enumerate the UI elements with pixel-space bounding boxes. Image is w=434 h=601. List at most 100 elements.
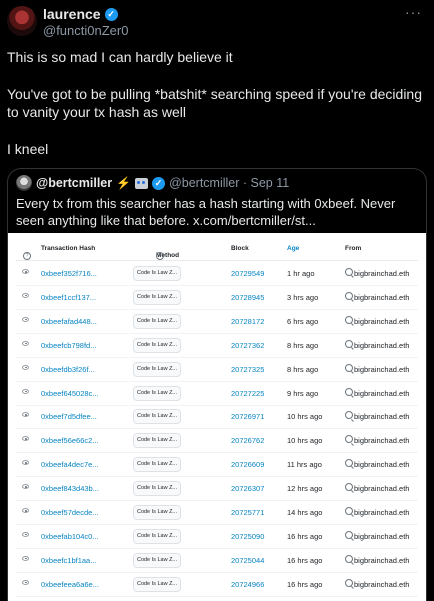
eye-icon[interactable] [22,316,29,322]
eye-icon[interactable] [22,436,29,442]
table-row: 0xbeef843d43b... Code Is Law Z... 20726307… [16,476,418,502]
tx-hash-link[interactable]: 0xbeef645028c... [41,389,99,398]
tx-hash-link[interactable]: 0xbeef1ccf137... [41,293,96,302]
block-link[interactable]: 20729549 [231,269,264,278]
block-link[interactable]: 20725044 [231,556,264,565]
quoted-post[interactable]: @bertcmiller ⚡ ✓ @bertcmiller · Sep 11 E… [7,168,427,601]
table-row: 0xbeefc1bf1aa... Code Is Law Z... 20725044… [16,548,418,573]
eye-icon[interactable] [22,269,29,274]
more-options-icon[interactable]: ··· [405,4,422,20]
from-address-link[interactable]: bigbrainchad.eth [354,532,409,541]
table-row: 0xbeef56e66c2... Code Is Law Z... 20726762… [16,428,418,454]
table-row: 0xbeefcb798fd... Code Is Law Z... 20727362… [16,333,418,358]
eye-icon[interactable] [22,579,29,585]
age-text: 3 hrs ago [287,292,319,302]
from-address-link[interactable]: bigbrainchad.eth [354,365,409,374]
table-row: 0xbeefdb3f26f... Code Is Law Z... 20727325… [16,357,418,382]
header-age[interactable]: Age [287,245,299,252]
from-address-link[interactable]: bigbrainchad.eth [354,484,409,493]
header-block: Block [231,245,249,252]
age-text: 6 hrs ago [287,316,319,326]
search-icon [345,315,353,324]
table-row: 0xbeef645028c... Code Is Law Z... 20727225… [16,381,418,406]
table-row: 0xbeefafad448... Code Is Law Z... 20728172… [16,309,418,334]
tx-hash-link[interactable]: 0xbeefab104c0... [41,532,99,541]
eye-icon[interactable] [22,340,29,346]
age-text: 14 hrs ago [287,508,323,517]
method-badge: Code Is Law Z... [133,552,181,568]
tx-hash-link[interactable]: 0xbeefa4dec7e... [41,460,99,469]
age-text: 16 hrs ago [287,531,323,541]
from-address-link[interactable]: bigbrainchad.eth [354,341,409,350]
eye-icon[interactable] [22,460,29,466]
from-address-link[interactable]: bigbrainchad.eth [354,389,409,398]
method-badge: Code Is Law Z... [133,433,181,449]
method-badge: Code Is Law Z... [133,385,181,401]
from-address-link[interactable]: bigbrainchad.eth [354,460,409,469]
method-badge: Code Is Law Z... [133,289,181,305]
tx-hash-link[interactable]: 0xbeefafad448... [41,317,97,326]
tx-hash-link[interactable]: 0xbeef57decde... [41,508,99,517]
tx-hash-link[interactable]: 0xbeef843d43b... [41,484,99,493]
block-link[interactable]: 20725090 [231,532,264,541]
post-paragraph-2: You've got to be pulling *batshit* searc… [7,86,423,120]
quoted-header: @bertcmiller ⚡ ✓ @bertcmiller · Sep 11 [16,175,289,191]
block-link[interactable]: 20726609 [231,460,264,469]
from-address-link[interactable]: bigbrainchad.eth [354,556,409,565]
block-link[interactable]: 20726307 [231,484,264,493]
quoted-handle-date[interactable]: @bertcmiller · Sep 11 [169,176,289,190]
block-link[interactable]: 20727225 [231,389,264,398]
eye-icon[interactable] [22,531,29,537]
block-link[interactable]: 20726971 [231,412,264,421]
header-from: From [345,245,362,252]
table-row: 0xbeef7d5dfee... Code Is Law Z... 20726971… [16,404,418,430]
search-icon [345,339,353,348]
from-address-link[interactable]: bigbrainchad.eth [354,293,409,302]
from-address-link[interactable]: bigbrainchad.eth [354,508,409,517]
tx-hash-link[interactable]: 0xbeef352f716... [41,269,97,278]
author-handle[interactable]: @functi0nZer0 [43,23,128,38]
eye-icon[interactable] [22,508,29,513]
eye-icon[interactable] [22,292,29,298]
method-badge: Code Is Law Z... [133,528,181,544]
quoted-avatar[interactable] [16,175,32,191]
search-icon [345,507,353,515]
block-link[interactable]: 20727362 [231,341,264,350]
author-name-row: laurence ✓ [43,6,118,22]
method-badge: Code Is Law Z... [133,266,181,281]
eye-icon[interactable] [22,388,29,394]
search-icon [345,554,353,563]
age-text: 16 hrs ago [287,579,323,589]
from-address-link[interactable]: bigbrainchad.eth [354,580,409,589]
tx-hash-link[interactable]: 0xbeef56e66c2... [41,436,99,445]
robot-icon [135,177,149,189]
post-paragraph-1: This is so mad I can hardly believe it [7,49,233,65]
block-link[interactable]: 20728945 [231,293,264,302]
block-link[interactable]: 20727325 [231,365,264,374]
tx-hash-link[interactable]: 0xbeefeea6a6e... [41,580,99,589]
block-link[interactable]: 20724966 [231,580,264,589]
tx-hash-link[interactable]: 0xbeefdb3f26f... [41,365,95,374]
quoted-name[interactable]: @bertcmiller [36,176,112,190]
tx-hash-link[interactable]: 0xbeefcb798fd... [41,341,96,350]
lightning-icon: ⚡ [116,176,132,190]
eye-icon[interactable] [22,364,29,370]
block-link[interactable]: 20726762 [231,436,264,445]
block-link[interactable]: 20728172 [231,317,264,326]
author-avatar[interactable] [7,6,37,36]
eye-icon[interactable] [22,555,29,561]
tx-hash-link[interactable]: 0xbeef7d5dfee... [41,412,97,421]
method-badge: Code Is Law Z... [133,505,181,520]
block-link[interactable]: 20725771 [231,508,264,517]
from-address-link[interactable]: bigbrainchad.eth [354,317,409,326]
author-name[interactable]: laurence [43,6,101,22]
from-address-link[interactable]: bigbrainchad.eth [354,269,409,278]
eye-icon[interactable] [22,412,29,418]
method-badge: Code Is Law Z... [133,576,181,592]
method-badge: Code Is Law Z... [133,361,181,377]
from-address-link[interactable]: bigbrainchad.eth [354,436,409,445]
eye-icon[interactable] [22,484,29,490]
tx-hash-link[interactable]: 0xbeefc1bf1aa... [41,556,96,565]
search-icon [345,483,353,492]
from-address-link[interactable]: bigbrainchad.eth [354,412,409,421]
